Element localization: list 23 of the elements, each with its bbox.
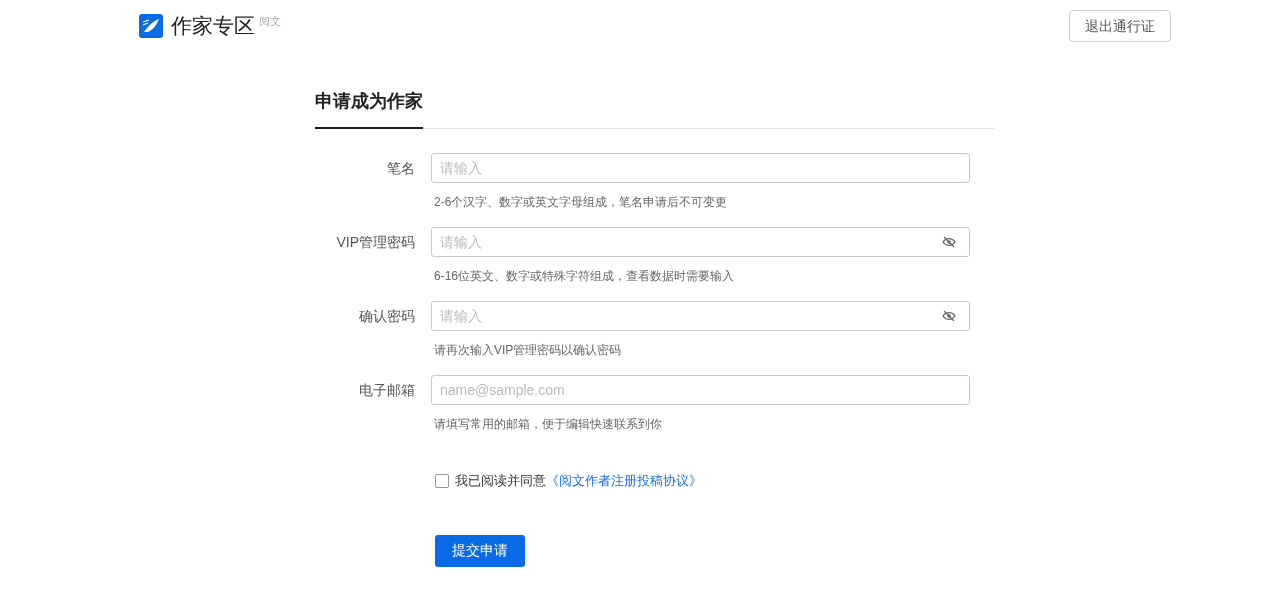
password-field[interactable]: 请输入 <box>431 227 970 257</box>
eye-hidden-icon[interactable] <box>942 236 956 248</box>
logo-icon <box>139 14 163 38</box>
password-field[interactable]: 请输入 <box>431 301 970 331</box>
submit-button[interactable]: 提交申请 <box>435 534 525 567</box>
eye-hidden-icon[interactable] <box>942 310 956 322</box>
form-title: 申请成为作家 <box>315 88 423 129</box>
field-label: VIP管理密码 <box>335 232 415 252</box>
input-field[interactable]: name@sample.com <box>431 375 970 405</box>
field-hint: 请再次输入VIP管理密码以确认密码 <box>434 342 623 359</box>
field-label: 笔名 <box>386 158 415 178</box>
field-hint: 请填写常用的邮箱，便于编辑快速联系到你 <box>434 416 663 433</box>
logo-subtitle: 阅文 <box>259 14 281 28</box>
field-label: 电子邮箱 <box>358 380 415 400</box>
logo-text: 作家专区 <box>171 14 255 38</box>
agreement-link[interactable]: 《阅文作者注册投稿协议》 <box>546 471 702 491</box>
field-label: 确认密码 <box>358 306 415 326</box>
agreement-text: 我已阅读并同意 <box>455 472 546 490</box>
field-hint: 2-6个汉字、数字或英文字母组成，笔名申请后不可变更 <box>434 194 729 211</box>
input-field[interactable]: 请输入 <box>431 153 970 183</box>
logout-button[interactable]: 退出通行证 <box>1069 10 1171 42</box>
field-hint: 6-16位英文、数字或特殊字符组成，查看数据时需要输入 <box>434 268 736 285</box>
agreement-checkbox[interactable] <box>435 473 449 488</box>
